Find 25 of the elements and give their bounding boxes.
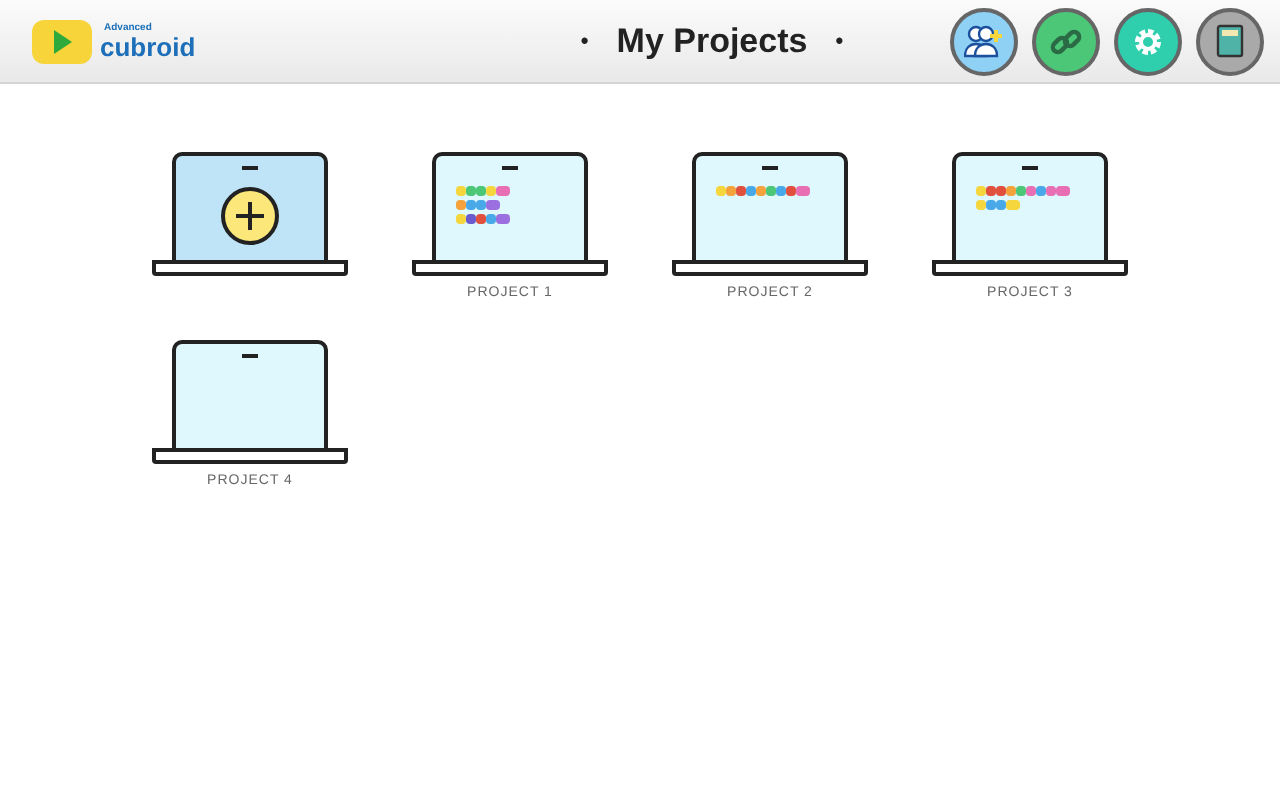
code-blocks-icon <box>456 186 510 196</box>
new-project-button[interactable] <box>152 152 348 276</box>
project-laptop[interactable] <box>932 152 1128 276</box>
page-title: My Projects <box>616 21 808 61</box>
project-laptop[interactable] <box>672 152 868 276</box>
settings-icon <box>1132 25 1164 57</box>
code-blocks-icon <box>456 214 510 224</box>
title-dot: • <box>835 29 844 53</box>
book-button[interactable] <box>1196 7 1264 75</box>
code-blocks-icon <box>456 200 500 210</box>
logo-name: cubroid <box>100 33 196 59</box>
title-dot: • <box>580 29 589 53</box>
code-blocks-icon <box>976 186 1070 196</box>
code-blocks-icon <box>976 200 1020 210</box>
settings-button[interactable] <box>1114 7 1182 75</box>
add-users-icon <box>964 23 1004 59</box>
code-blocks-icon <box>716 186 810 196</box>
play-logo-icon <box>32 19 92 63</box>
plus-icon <box>220 186 280 246</box>
book-icon <box>1216 24 1244 58</box>
project-laptop[interactable] <box>152 340 348 464</box>
link-button[interactable] <box>1032 7 1100 75</box>
users-button[interactable] <box>950 7 1018 75</box>
project-laptop[interactable] <box>412 152 608 276</box>
link-icon <box>1050 25 1082 57</box>
